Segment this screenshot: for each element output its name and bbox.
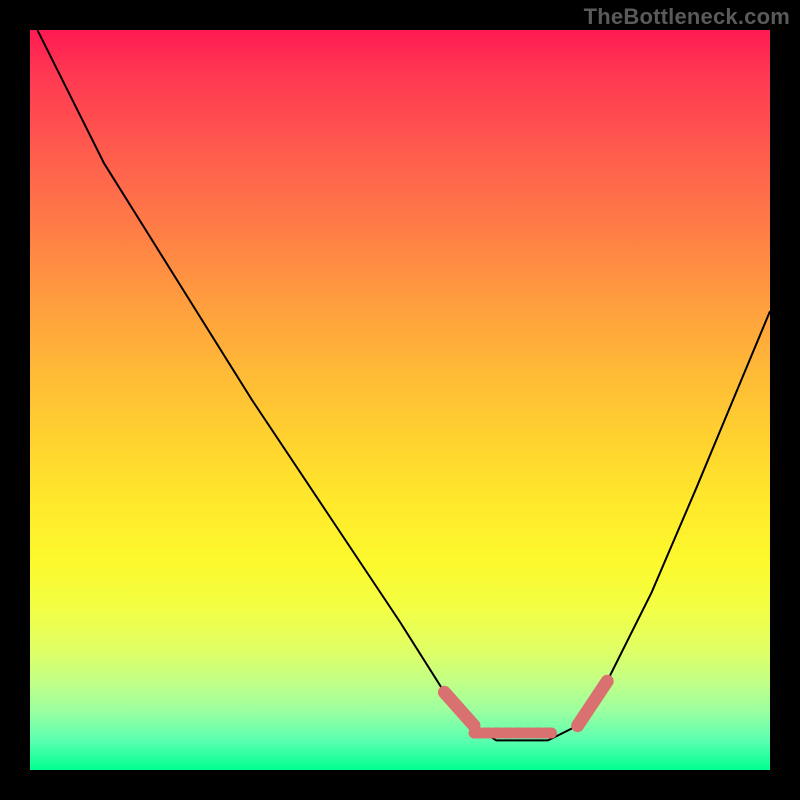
bottleneck-curve-right: [548, 311, 770, 740]
tolerance-bead: [578, 681, 608, 725]
curves-svg: [30, 30, 770, 770]
chart-container: TheBottleneck.com: [0, 0, 800, 800]
tolerance-beads: [444, 681, 607, 733]
watermark-text: TheBottleneck.com: [584, 4, 790, 30]
bottleneck-curve-left: [37, 30, 548, 740]
plot-area: [30, 30, 770, 770]
tolerance-bead: [444, 692, 474, 725]
